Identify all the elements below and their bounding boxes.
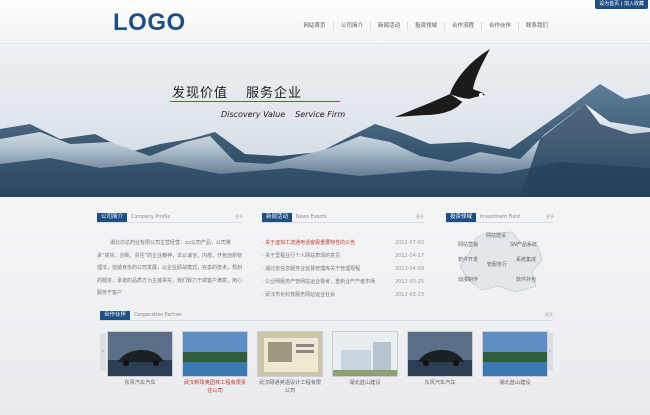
partner-caption[interactable]: 东风汽车汽车 [107,380,173,388]
partner-item[interactable]: 武汉颐通英语设计工程有限公司 [257,331,323,395]
banner-slogan-cn: 发现价值 服务企业 [172,82,320,101]
news-badge[interactable]: 新闻活动 [262,212,293,222]
about-en: Company Profile [131,214,171,220]
nav-item-contact[interactable]: 联系我们 [518,22,555,30]
field-label-service[interactable]: 管服务行 [487,261,507,268]
field-label-outsourcing[interactable]: 软件外包 [516,276,536,283]
lake-image[interactable] [182,331,248,377]
partner-caption[interactable]: 武汉新球奥园林工程有限责任公司 [182,380,248,395]
news-more-link[interactable]: 更多 [416,214,424,220]
website-image[interactable] [257,331,323,377]
slogan-en-1: Discovery Value [221,110,286,119]
news-item[interactable]: · 湖北省信息服务业监督管理库关于管理规程 2012-04-09 [262,263,424,276]
nav-item-home[interactable]: 网站首页 [296,22,333,30]
partner-item[interactable]: 东风汽车汽车 [107,331,173,395]
partner-en: Cooperative Partner [134,312,183,318]
partner-prev-button[interactable]: ‹ [100,333,106,371]
field-section-title: 投资领域 Investment Field 更多 [446,212,554,223]
site-logo[interactable]: LOGO [113,9,186,37]
partner-item[interactable]: 东风汽车汽车 [407,331,473,395]
news-list: · 关于虚拟工流通电话客服重要特性的公告 2012-07-03 · 关于里程业行个… [262,237,424,302]
slogan-en-2: Service Firm [295,110,346,119]
main-nav: 网站首页 公司简介 新闻活动 投资领域 合作流程 合作伙伴 联系我们 [296,22,555,30]
about-text: 湖北亦达药业有限公司主营经营：xx公司产品，公司秉承“真实、创新、责任”的企业精… [97,240,243,296]
field-label-animation[interactable]: 动漫制作 [458,276,478,283]
nav-item-partners[interactable]: 合作伙伴 [481,22,518,30]
partner-item[interactable]: 湖北蓝山建设 [482,331,548,395]
slogan-cn-1: 发现价值 [172,86,229,101]
field-label-software[interactable]: 软件开发 [458,256,478,263]
site-header: LOGO 设为首页 | 加入收藏 网站首页 公司简介 新闻活动 投资领域 合作流… [0,0,650,44]
about-section-title: 公司简介 Company Profile 更多 [97,212,243,223]
partner-section-title: 合作伙伴 Cooperative Partner 更多 [100,310,553,321]
news-en: News Events [296,214,327,220]
mountain-scenery [0,44,650,197]
nav-item-investment[interactable]: 投资领域 [407,22,444,30]
partner-caption[interactable]: 湖北蓝山建设 [332,380,398,388]
lake-image[interactable] [482,331,548,377]
partner-caption[interactable]: 东风汽车汽车 [407,380,473,388]
field-more-link[interactable]: 更多 [546,214,554,220]
partner-item[interactable]: 湖北蓝山建设 [332,331,398,395]
nav-item-process[interactable]: 合作流程 [444,22,481,30]
nav-item-news[interactable]: 新闻活动 [370,22,407,30]
field-label-marketing[interactable]: 网站营销 [458,241,478,248]
partner-more-link[interactable]: 更多 [545,312,553,318]
banner-divider [170,101,340,102]
slogan-cn-2: 服务企业 [246,86,303,101]
field-label-web[interactable]: 网站建设 [486,232,506,239]
news-item[interactable]: · 公业网服务产管网站运业督考，重新业产产者市场 2012-03-25 [262,276,424,289]
news-item[interactable]: · 关于虚拟工流通电话客服重要特性的公告 2012-07-03 [262,237,424,250]
partner-caption[interactable]: 湖北蓝山建设 [482,380,548,388]
news-item[interactable]: · 武汉市化科技服务网站运业社会 2012-03-23 [262,289,424,302]
top-links[interactable]: 设为首页 | 加入收藏 [595,0,648,9]
about-badge[interactable]: 公司简介 [97,212,128,222]
car-image[interactable] [407,331,473,377]
field-label-sn[interactable]: SN产品系统 [510,241,537,248]
nav-item-about[interactable]: 公司简介 [333,22,370,30]
banner-slogan-en: Discovery Value Service Firm [221,110,355,119]
car-image[interactable] [107,331,173,377]
news-section-title: 新闻活动 News Events 更多 [262,212,424,223]
field-label-integration[interactable]: 系统集成 [516,256,536,263]
partner-caption[interactable]: 武汉颐通英语设计工程有限公司 [257,380,323,395]
partner-item[interactable]: 武汉新球奥园林工程有限责任公司 [182,331,248,395]
building-image[interactable] [332,331,398,377]
news-item[interactable]: · 关于里程业行个人网站表现的意见 2012-04-17 [262,250,424,263]
field-badge[interactable]: 投资领域 [446,212,477,222]
field-en: Investment Field [480,214,520,220]
partner-carousel: 东风汽车汽车 武汉新球奥园林工程有限责任公司 武汉颐通英语设计工程有限公司 湖北… [107,331,548,395]
investment-field-diagram: 网站建设 网站营销 SN产品系统 软件开发 系统集成 管服务行 动漫制作 软件外… [446,228,554,294]
about-more-link[interactable]: 更多 [235,214,243,220]
partner-badge[interactable]: 合作伙伴 [100,310,131,320]
hero-banner: 发现价值 服务企业 Discovery Value Service Firm [0,44,650,197]
